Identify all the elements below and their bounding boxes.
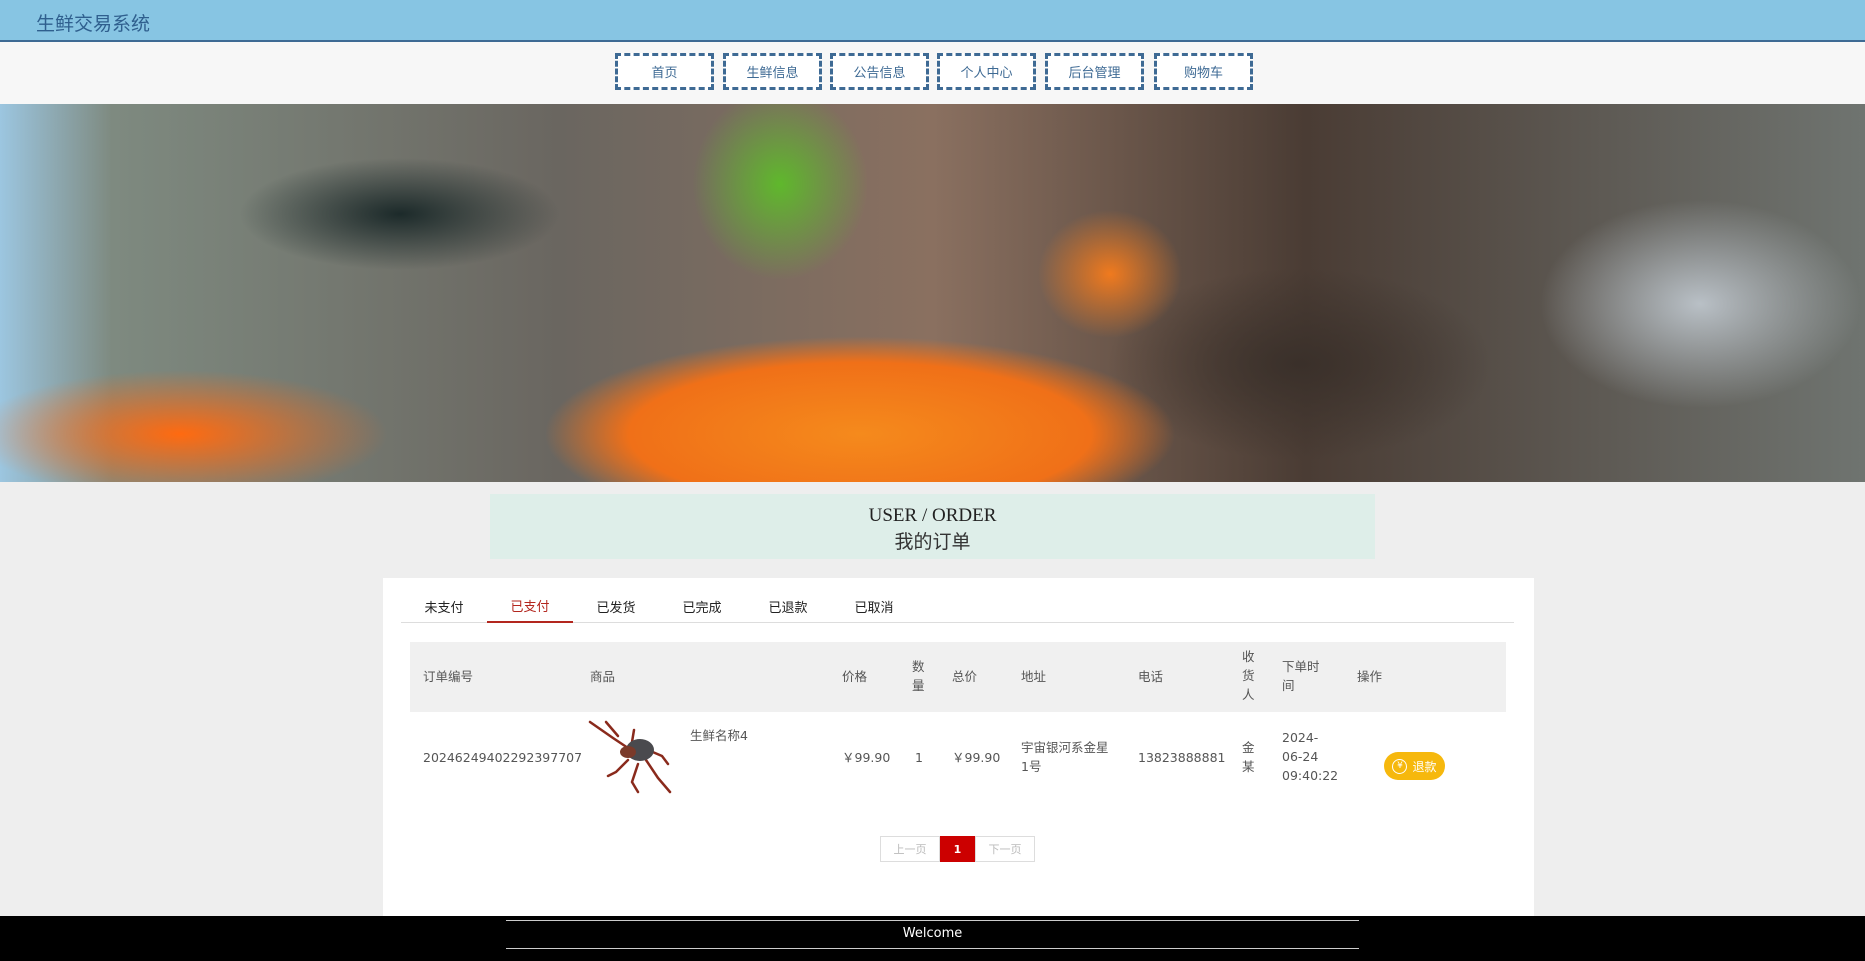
col-order-time: 下单时间 [1282, 659, 1320, 693]
nav-home[interactable]: 首页 [615, 53, 714, 90]
footer-divider-bottom [506, 948, 1359, 949]
tab-paid[interactable]: 已支付 [487, 590, 573, 623]
col-phone: 电话 [1138, 669, 1164, 684]
tab-shipped[interactable]: 已发货 [573, 590, 659, 623]
refund-label: 退款 [1412, 759, 1437, 774]
tab-unpaid[interactable]: 未支付 [401, 590, 487, 623]
next-page-button[interactable]: 下一页 [975, 836, 1035, 862]
section-title: USER / ORDER 我的订单 [490, 494, 1375, 559]
orders-panel: 未支付 已支付 已发货 已完成 已退款 已取消 订单编号 商品 价格 数量 总价… [383, 578, 1534, 916]
order-time: 2024-06-24 09:40:22 [1282, 730, 1339, 783]
banner-carousel[interactable] [0, 104, 1865, 482]
page-1-button[interactable]: 1 [940, 836, 975, 862]
total-price: ￥99.90 [952, 750, 1001, 765]
nav-fresh-info[interactable]: 生鲜信息 [723, 53, 822, 90]
main-nav: 首页 生鲜信息 公告信息 个人中心 后台管理 购物车 [0, 42, 1865, 104]
tab-cancelled[interactable]: 已取消 [831, 590, 917, 623]
prev-page-button[interactable]: 上一页 [880, 836, 940, 862]
table-header: 订单编号 商品 价格 数量 总价 地址 电话 收货人 下单时间 操作 [410, 642, 1506, 712]
header: 生鲜交易系统 [0, 0, 1865, 42]
refund-button[interactable]: ¥ 退款 [1384, 752, 1445, 780]
footer-text: Welcome [902, 926, 963, 941]
footer-divider-top [506, 920, 1359, 921]
section-title-en: USER / ORDER [868, 505, 997, 526]
site-title: 生鲜交易系统 [36, 13, 151, 35]
nav-personal-center[interactable]: 个人中心 [937, 53, 1036, 90]
col-address: 地址 [1021, 669, 1047, 684]
col-total: 总价 [952, 669, 978, 684]
footer: Welcome [0, 916, 1865, 961]
col-order-no: 订单编号 [423, 669, 474, 684]
table-row: 20246249402292397707 生鲜名称4 ￥99.90 1 ￥99.… [410, 712, 1506, 800]
section-title-cn: 我的订单 [894, 531, 971, 553]
col-price: 价格 [842, 669, 868, 684]
col-qty: 数量 [912, 659, 925, 693]
col-product: 商品 [590, 669, 616, 684]
tab-refunded[interactable]: 已退款 [745, 590, 831, 623]
quantity: 1 [915, 750, 923, 765]
product-name[interactable]: 生鲜名称4 [690, 726, 748, 745]
order-tabs: 未支付 已支付 已发货 已完成 已退款 已取消 [401, 590, 1514, 623]
address: 宇宙银河系金星1号 [1021, 740, 1109, 774]
order-number: 20246249402292397707 [423, 750, 583, 765]
nav-admin[interactable]: 后台管理 [1045, 53, 1144, 90]
receiver: 金某 [1242, 740, 1255, 774]
product-image[interactable] [588, 720, 678, 796]
col-receiver: 收货人 [1242, 649, 1255, 702]
col-action: 操作 [1357, 669, 1383, 684]
yen-icon: ¥ [1392, 758, 1408, 774]
nav-cart[interactable]: 购物车 [1154, 53, 1253, 90]
phone: 13823888881 [1138, 750, 1226, 765]
price: ￥99.90 [842, 750, 891, 765]
nav-announcements[interactable]: 公告信息 [830, 53, 929, 90]
tab-completed[interactable]: 已完成 [659, 590, 745, 623]
